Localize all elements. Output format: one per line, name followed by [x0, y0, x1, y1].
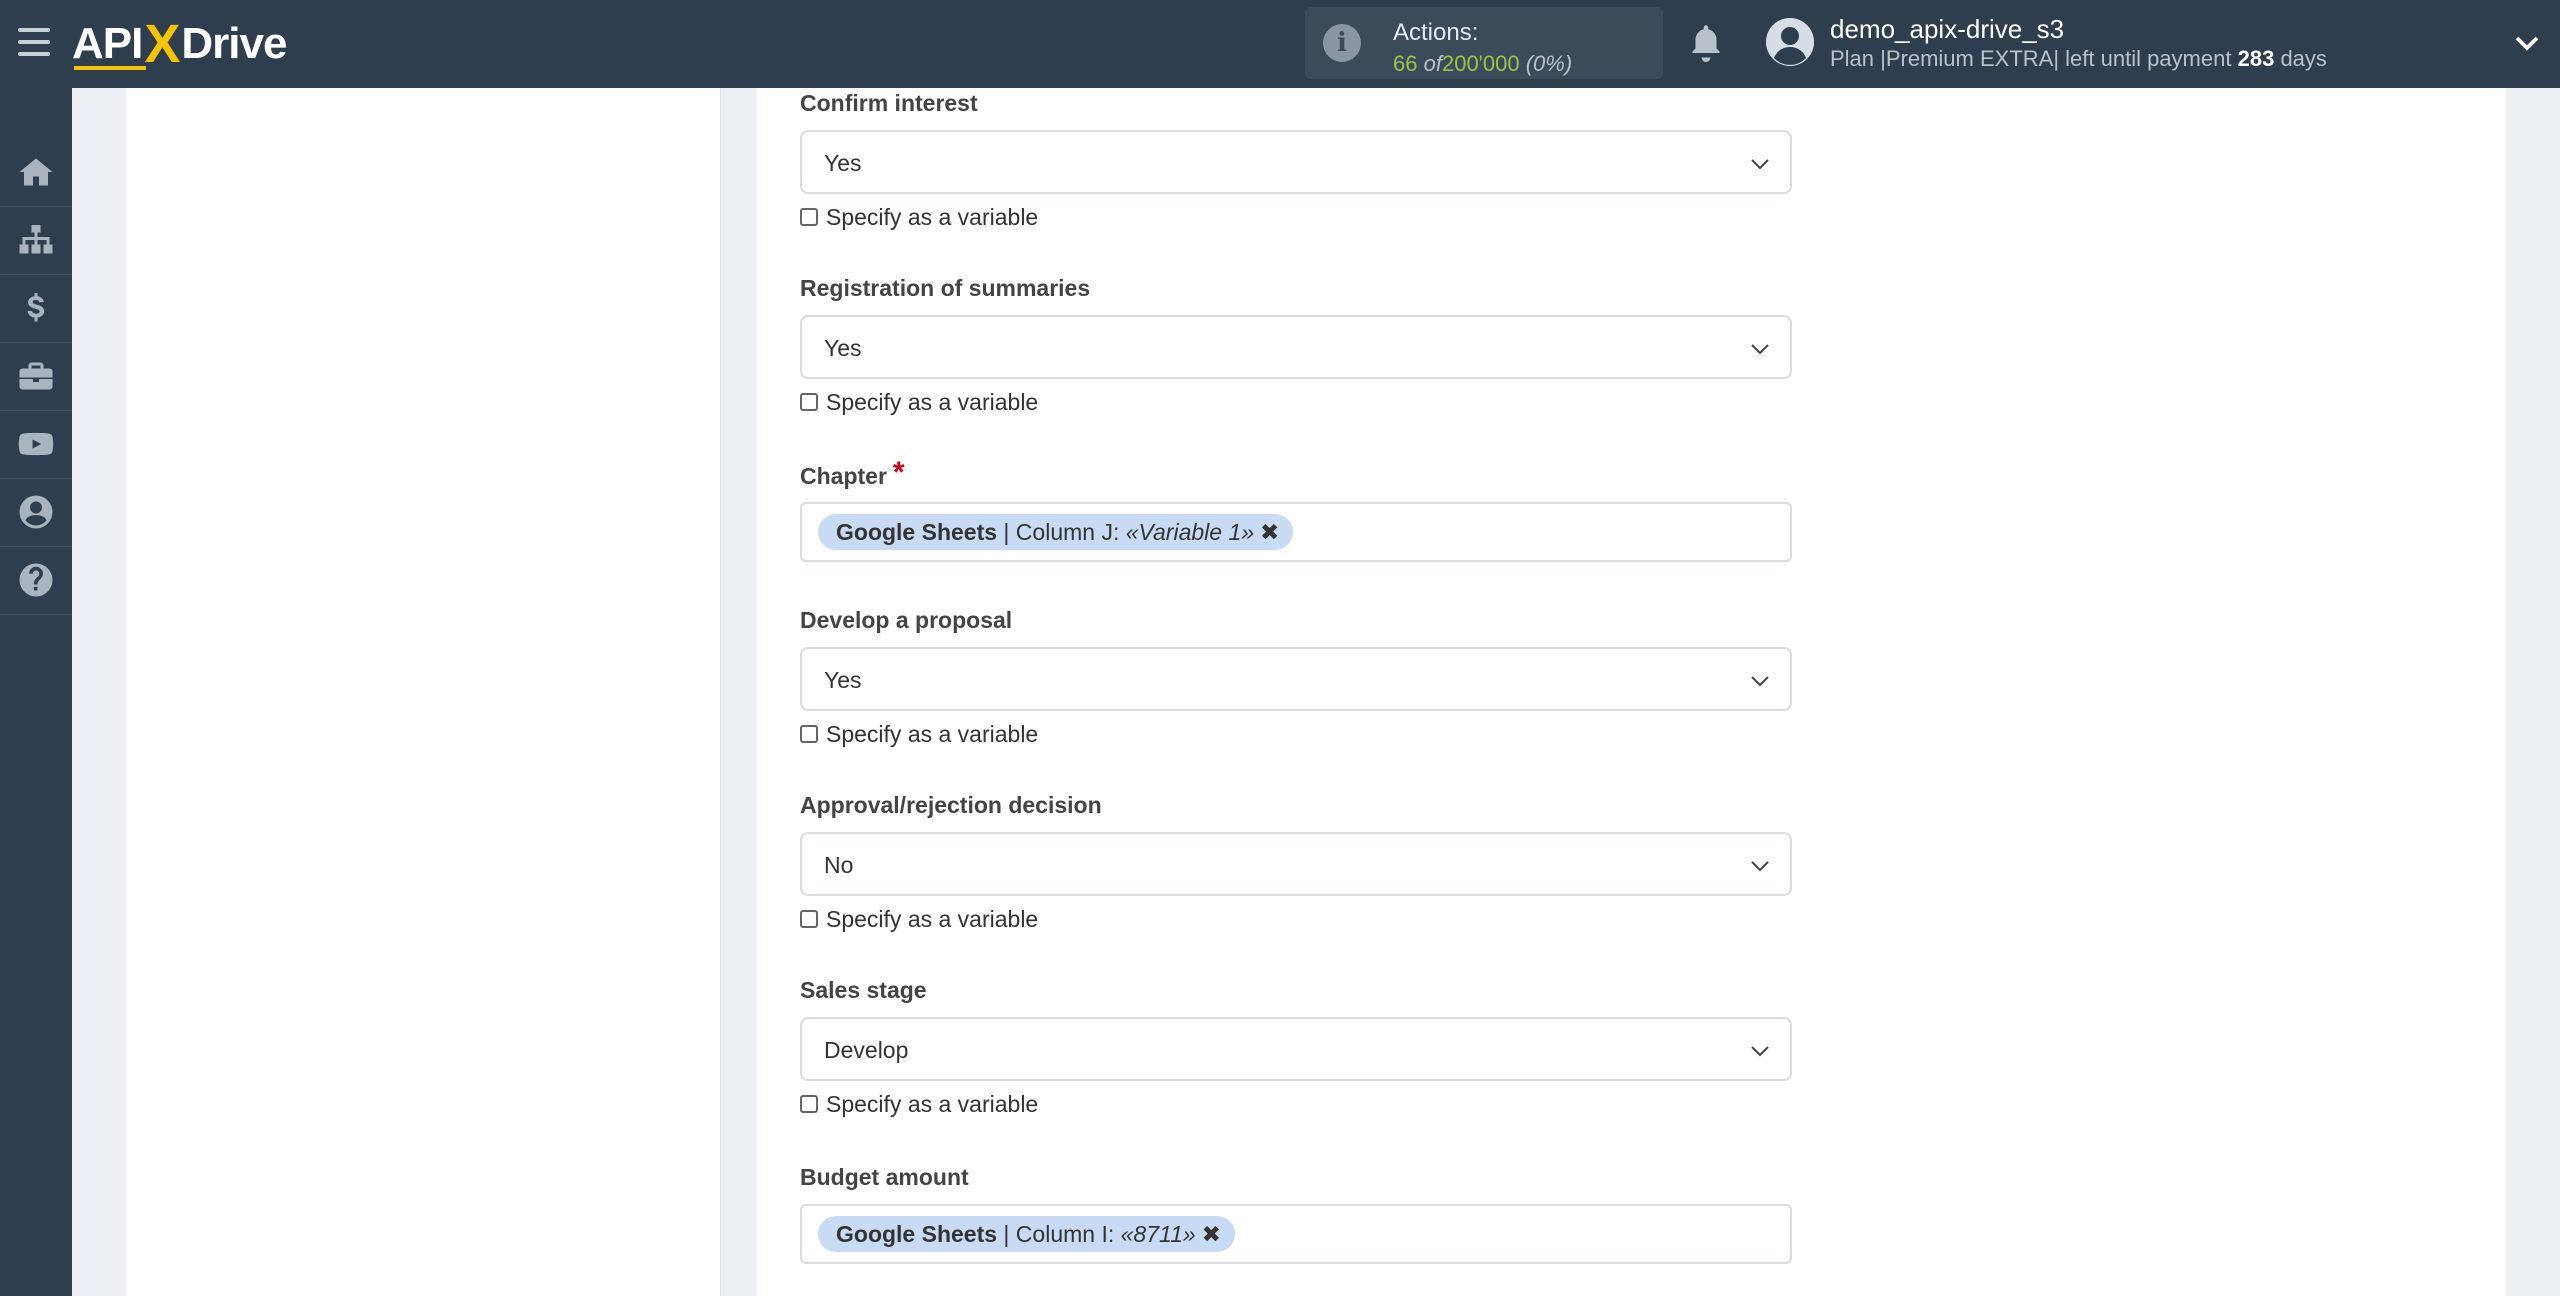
select-value: Develop	[824, 1037, 909, 1063]
field-label: Develop a proposal	[800, 607, 1013, 633]
plan-days: 283	[2237, 46, 2275, 71]
sidebar-item-services[interactable]	[0, 342, 72, 411]
required-marker: *	[892, 456, 905, 489]
logo-drive-text: Drive	[181, 19, 287, 68]
plan-text: Plan |Premium EXTRA| left until payment	[1830, 46, 2232, 71]
registration-of-summaries-select[interactable]: Yes	[800, 315, 1792, 379]
apixdrive-logo[interactable]: API X Drive	[72, 14, 287, 74]
tag-column: | Column I:	[997, 1221, 1121, 1247]
briefcase-icon	[19, 362, 53, 390]
chevron-down-icon	[1751, 1046, 1769, 1057]
select-value: No	[824, 852, 854, 878]
sidebar-item-billing[interactable]	[0, 274, 72, 343]
chevron-down-icon[interactable]	[2512, 28, 2542, 58]
field-label: Approval/rejection decision	[800, 792, 1102, 818]
field-label: Chapter *	[800, 458, 1792, 490]
field-sales-stage: Sales stage Develop Specify as a variabl…	[800, 975, 1792, 1119]
logo-api-text: API	[72, 19, 143, 68]
actions-used: 66	[1393, 51, 1418, 76]
field-chapter: Chapter * Google Sheets | Column J: «Vari…	[800, 458, 1792, 562]
approval-rejection-decision-select[interactable]: No	[800, 832, 1792, 896]
tag-source: Google Sheets	[836, 519, 998, 545]
actions-total: 200'000	[1441, 51, 1520, 76]
sidebar-item-account[interactable]	[0, 478, 72, 547]
avatar[interactable]	[1766, 18, 1814, 66]
specify-variable-checkbox[interactable]	[800, 393, 818, 411]
tag-column: | Column J:	[997, 519, 1126, 545]
field-confirm-interest: Confirm interest Yes Specify as a variab…	[800, 88, 1792, 232]
youtube-icon	[18, 432, 54, 456]
dollar-icon	[27, 293, 45, 322]
tag-value: «8711»	[1120, 1221, 1196, 1247]
actions-percent: (0%)	[1525, 51, 1573, 76]
specify-variable-row: Specify as a variable	[800, 387, 1792, 417]
sidebar	[0, 88, 72, 1296]
actions-label: Actions:	[1393, 19, 1479, 46]
user-circle-icon	[19, 495, 53, 529]
plan-days-suffix: days	[2280, 46, 2327, 71]
specify-variable-row: Specify as a variable	[800, 719, 1792, 749]
specify-variable-checkbox[interactable]	[800, 1095, 818, 1113]
field-label: Confirm interest	[800, 90, 978, 116]
tag-value: «Variable 1»	[1125, 519, 1255, 545]
field-approval-rejection-decision: Approval/rejection decision No Specify a…	[800, 790, 1792, 934]
chevron-down-icon	[1751, 861, 1769, 872]
chevron-down-icon	[1751, 676, 1769, 687]
field-budget-amount: Budget amount Google Sheets | Column I: …	[800, 1162, 1792, 1264]
specify-variable-checkbox[interactable]	[800, 910, 818, 928]
remove-tag-icon[interactable]: ✖	[1202, 1216, 1221, 1252]
chevron-down-icon	[1751, 344, 1769, 355]
specify-variable-row: Specify as a variable	[800, 1089, 1792, 1119]
select-value: Yes	[824, 150, 862, 176]
field-registration-of-summaries: Registration of summaries Yes Specify as…	[800, 273, 1792, 417]
sidebar-item-video[interactable]	[0, 410, 72, 479]
checkbox-label: Specify as a variable	[826, 905, 1039, 932]
user-plan: Plan |Premium EXTRA| left until payment …	[1830, 46, 2327, 72]
checkbox-label: Specify as a variable	[826, 1090, 1039, 1117]
checkbox-label: Specify as a variable	[826, 203, 1039, 230]
left-panel	[126, 88, 721, 1296]
specify-variable-row: Specify as a variable	[800, 202, 1792, 232]
select-value: Yes	[824, 667, 862, 693]
sidebar-item-connections[interactable]	[0, 206, 72, 275]
field-develop-a-proposal: Develop a proposal Yes Specify as a vari…	[800, 605, 1792, 749]
actions-counter[interactable]: i Actions: 66 of200'000 (0%)	[1305, 7, 1663, 79]
tag-source: Google Sheets	[836, 1221, 998, 1247]
specify-variable-row: Specify as a variable	[800, 904, 1792, 934]
budget-amount-input[interactable]: Google Sheets | Column I: «8711» ✖	[800, 1204, 1792, 1264]
sidebar-item-help[interactable]	[0, 546, 72, 615]
info-icon: i	[1323, 24, 1361, 62]
checkbox-label: Specify as a variable	[826, 388, 1039, 415]
logo-x-text: X	[144, 14, 180, 74]
confirm-interest-select[interactable]: Yes	[800, 130, 1792, 194]
field-label: Sales stage	[800, 977, 927, 1003]
develop-a-proposal-select[interactable]: Yes	[800, 647, 1792, 711]
chapter-input[interactable]: Google Sheets | Column J: «Variable 1» ✖	[800, 502, 1792, 562]
sidebar-item-home[interactable]	[0, 138, 72, 207]
menu-toggle-icon[interactable]	[18, 28, 50, 56]
actions-of: of	[1423, 51, 1442, 76]
logo-underline	[74, 66, 146, 70]
variable-tag[interactable]: Google Sheets | Column I: «8711» ✖	[818, 1216, 1235, 1252]
specify-variable-checkbox[interactable]	[800, 725, 818, 743]
user-name[interactable]: demo_apix-drive_s3	[1830, 14, 2064, 45]
select-value: Yes	[824, 335, 862, 361]
home-icon	[19, 158, 53, 186]
sales-stage-select[interactable]: Develop	[800, 1017, 1792, 1081]
bell-icon[interactable]	[1688, 24, 1724, 64]
remove-tag-icon[interactable]: ✖	[1260, 514, 1279, 550]
field-label: Registration of summaries	[800, 275, 1091, 301]
actions-count: 66 of200'000 (0%)	[1393, 51, 1572, 77]
variable-tag[interactable]: Google Sheets | Column J: «Variable 1» ✖	[818, 514, 1294, 550]
user-avatar-icon	[1766, 18, 1814, 66]
sitemap-icon	[19, 225, 53, 254]
checkbox-label: Specify as a variable	[826, 720, 1039, 747]
field-label-text: Chapter	[800, 463, 887, 489]
chevron-down-icon	[1751, 159, 1769, 170]
field-label: Budget amount	[800, 1164, 969, 1190]
top-bar: API X Drive i Actions: 66 of200'000 (0%) d…	[0, 0, 2560, 88]
help-icon	[19, 563, 53, 597]
specify-variable-checkbox[interactable]	[800, 208, 818, 226]
